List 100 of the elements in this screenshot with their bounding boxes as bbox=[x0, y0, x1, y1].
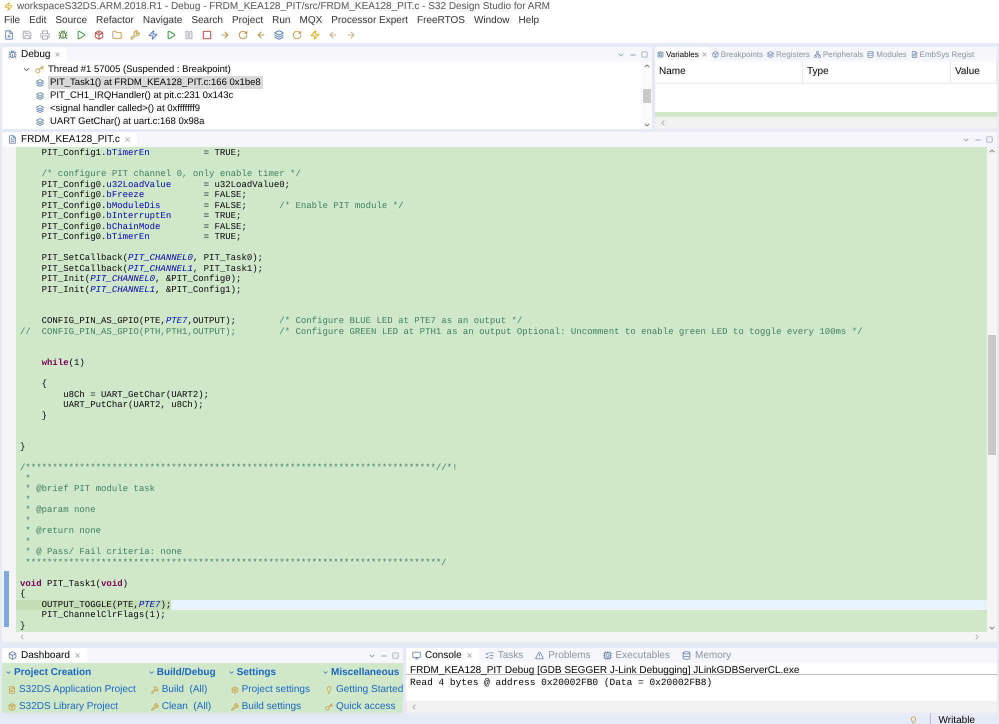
menu-item[interactable]: FreeRTOS bbox=[416, 12, 465, 28]
back-icon[interactable] bbox=[328, 30, 338, 40]
code-line: * bbox=[24, 474, 31, 484]
view-tab[interactable]: Dashboard bbox=[2, 648, 87, 663]
close-icon[interactable] bbox=[74, 652, 81, 659]
folder-icon[interactable] bbox=[112, 30, 122, 40]
scroll-thumb[interactable] bbox=[988, 335, 996, 455]
menu-item[interactable]: Run bbox=[272, 12, 290, 28]
dashboard-link[interactable]: Getting Started bbox=[336, 682, 403, 697]
lightning-icon[interactable] bbox=[310, 30, 320, 40]
item-icon bbox=[230, 702, 239, 710]
section-caret-icon[interactable] bbox=[228, 669, 235, 676]
code-line: { bbox=[40, 379, 48, 389]
scroll-up-icon[interactable] bbox=[988, 147, 996, 155]
maximize-icon[interactable] bbox=[392, 652, 399, 659]
scroll-left-icon[interactable] bbox=[18, 633, 26, 641]
code-line: PIT_Config0.bTimerEn = TRUE; bbox=[40, 232, 242, 242]
dashboard-link[interactable]: Clean (All) bbox=[162, 699, 212, 713]
refresh-icon[interactable] bbox=[292, 30, 302, 40]
section-title[interactable]: Build/Debug bbox=[156, 665, 216, 680]
column-header[interactable]: Value bbox=[951, 62, 997, 83]
close-icon[interactable] bbox=[54, 51, 62, 58]
run-icon[interactable] bbox=[76, 30, 86, 40]
item-icon bbox=[230, 686, 239, 694]
stack-frame[interactable]: PIT_CH1_IRQHandler() at pit.c:231 0x143c bbox=[48, 89, 236, 102]
menu-item[interactable]: Source bbox=[55, 12, 88, 28]
dashboard-link[interactable]: S32DS Library Project bbox=[19, 699, 118, 713]
menu-item[interactable]: Processor Expert bbox=[331, 12, 408, 28]
new-file-icon[interactable] bbox=[4, 30, 14, 40]
menu-item[interactable]: Refactor bbox=[96, 12, 134, 28]
code-line: * bbox=[24, 536, 31, 546]
menu-item[interactable]: Help bbox=[518, 12, 540, 28]
code-line: PIT_SetCallback(PIT_CHANNEL1, PIT_Task1); bbox=[40, 264, 264, 274]
maximize-icon[interactable] bbox=[986, 136, 993, 143]
code-line: // CONFIG_PIN_AS_GPIO(PTH,PTH1,OUTPUT); /* Configure GREEN LED at PTH1 as an output Optional: Uncomment to enable green LED to toggle every 100ms */ bbox=[19, 326, 863, 336]
bug-icon[interactable] bbox=[58, 30, 68, 40]
menu-item[interactable]: Navigate bbox=[142, 12, 182, 28]
stack-frame[interactable]: PIT_Task1() at FRDM_KEA128_PIT.c:166 0x1be8 bbox=[48, 76, 263, 89]
lightning-icon[interactable] bbox=[148, 30, 158, 40]
tab-icon bbox=[767, 51, 774, 58]
dashboard-link[interactable]: Quick access bbox=[336, 699, 396, 713]
code-line: } bbox=[19, 620, 26, 630]
section-title[interactable]: Miscellaneous bbox=[331, 665, 400, 680]
scroll-up-icon[interactable] bbox=[642, 62, 650, 70]
scroll-left-icon[interactable] bbox=[659, 119, 667, 127]
horizontal-scrollbar[interactable] bbox=[406, 701, 997, 713]
dashboard-link[interactable]: Build (All) bbox=[162, 682, 208, 697]
code-line: void PIT_Task1(void) bbox=[19, 578, 128, 588]
stack-frame-icon bbox=[36, 118, 44, 126]
menu-item[interactable]: File bbox=[4, 12, 20, 28]
expand-caret-icon[interactable] bbox=[22, 65, 31, 74]
horizontal-scrollbar[interactable] bbox=[655, 117, 997, 129]
scroll-down-icon[interactable] bbox=[642, 121, 650, 129]
view-tab[interactable]: Debug bbox=[2, 47, 68, 62]
print-icon[interactable] bbox=[40, 30, 50, 40]
wrench-icon[interactable] bbox=[130, 30, 140, 40]
close-icon[interactable] bbox=[466, 652, 473, 659]
column-header[interactable]: Type bbox=[803, 62, 951, 83]
scroll-right-icon[interactable] bbox=[973, 633, 981, 641]
horizontal-scrollbar[interactable] bbox=[2, 632, 997, 642]
section-title[interactable]: Settings bbox=[236, 665, 276, 680]
scroll-thumb[interactable] bbox=[642, 88, 650, 102]
menu-item[interactable]: Edit bbox=[29, 12, 46, 28]
column-header[interactable]: Name bbox=[655, 62, 803, 83]
section-caret-icon[interactable] bbox=[322, 669, 329, 676]
thread-label[interactable]: Thread #1 57005 (Suspended : Breakpoint) bbox=[48, 63, 231, 76]
code-line: PIT_Config0.bChainMode = FALSE; bbox=[40, 222, 247, 232]
close-icon[interactable] bbox=[700, 51, 708, 58]
maximize-icon[interactable] bbox=[641, 51, 648, 58]
vertical-scrollbar[interactable] bbox=[987, 147, 997, 632]
section-title[interactable]: Project Creation bbox=[14, 665, 92, 680]
tab-icon bbox=[657, 51, 664, 58]
app-icon bbox=[4, 2, 13, 11]
view-tab[interactable]: Console bbox=[406, 648, 479, 663]
stack-frame[interactable]: <signal handler called>() at 0xfffffff9 bbox=[48, 102, 202, 115]
dashboard-link[interactable]: S32DS Application Project bbox=[19, 682, 136, 697]
save-icon[interactable] bbox=[22, 30, 32, 40]
layers-icon[interactable] bbox=[274, 30, 284, 40]
vertical-scrollbar[interactable] bbox=[641, 62, 652, 129]
stack-frame-icon bbox=[36, 104, 44, 112]
item-icon bbox=[325, 686, 333, 694]
forward-icon[interactable] bbox=[346, 30, 356, 40]
section-caret-icon[interactable] bbox=[148, 669, 155, 676]
view-tab[interactable]: FRDM_KEA128_PIT.c bbox=[2, 132, 137, 147]
menu-item[interactable]: Window bbox=[474, 12, 510, 28]
close-icon[interactable] bbox=[124, 136, 131, 143]
package-icon[interactable] bbox=[94, 30, 104, 40]
section-caret-icon[interactable] bbox=[5, 669, 12, 676]
scroll-left-icon[interactable] bbox=[410, 703, 418, 711]
menu-item[interactable]: Search bbox=[191, 12, 223, 28]
menu-item[interactable]: MQX bbox=[299, 12, 322, 28]
dashboard-link[interactable]: Build settings bbox=[242, 699, 302, 713]
stack-frame[interactable]: UART GetChar() at uart.c:168 0x98a bbox=[48, 115, 206, 128]
code-line: PIT_Init(PIT_CHANNEL1, &PIT_Config1); bbox=[40, 284, 242, 294]
view-tab[interactable]: Variables bbox=[655, 47, 710, 62]
scroll-down-icon[interactable] bbox=[988, 624, 996, 632]
menu-item[interactable]: Project bbox=[232, 12, 264, 28]
terminate-icon[interactable] bbox=[202, 30, 212, 40]
dashboard-link[interactable]: Project settings bbox=[242, 682, 310, 697]
code-line: * bbox=[24, 494, 31, 504]
